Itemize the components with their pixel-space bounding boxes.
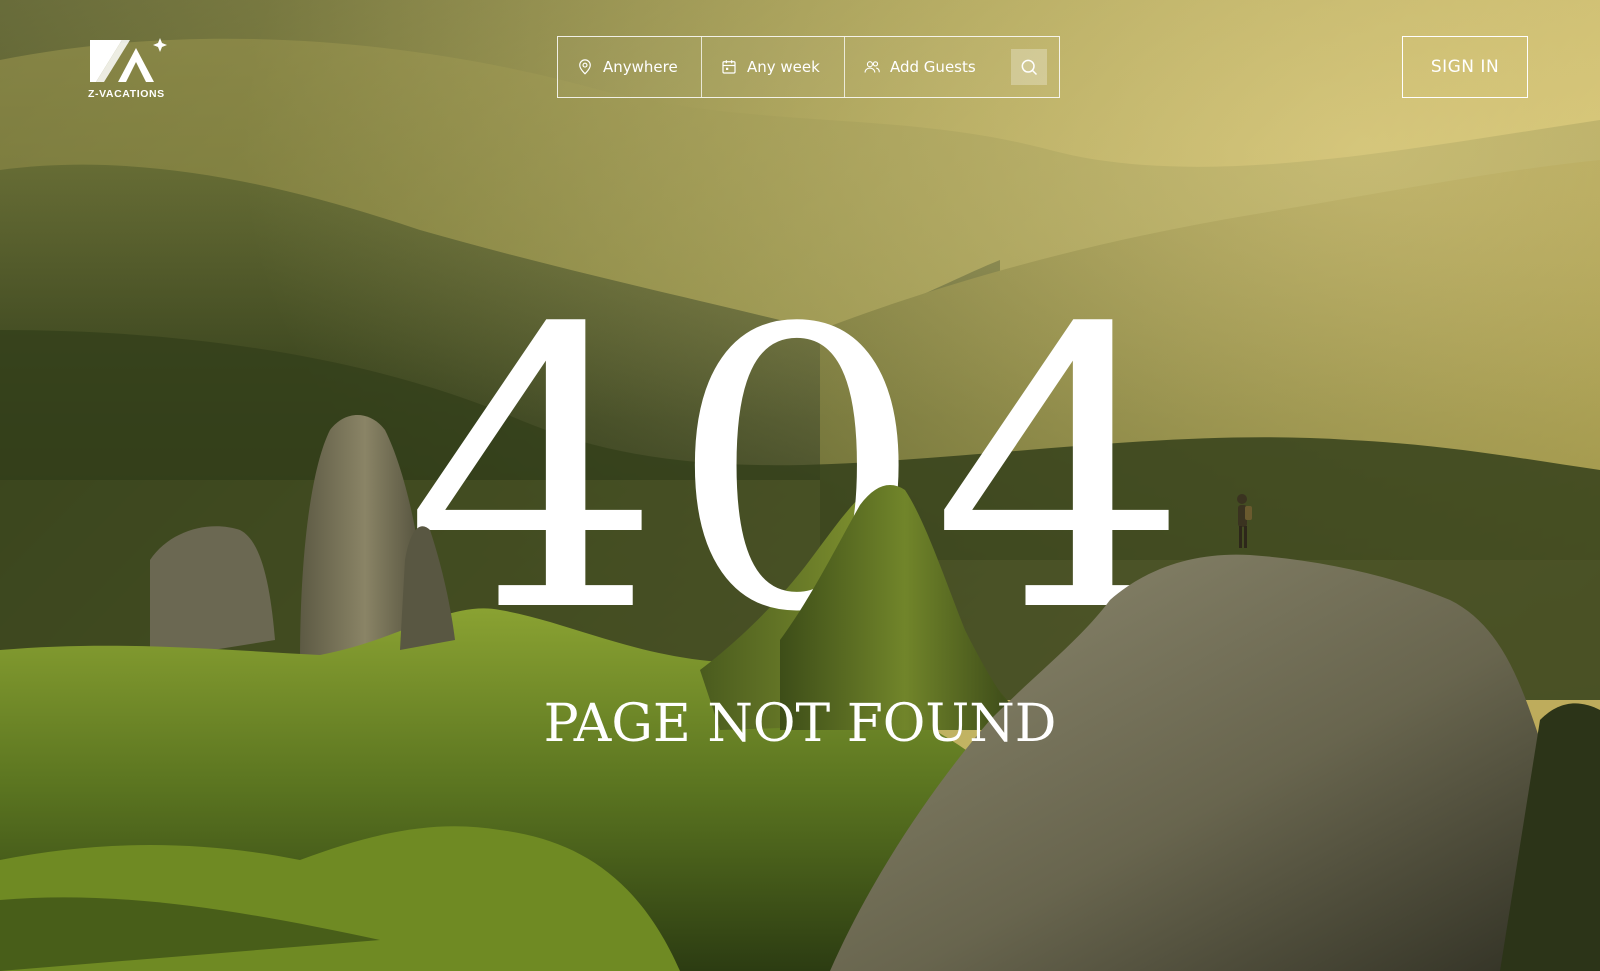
- brand-logo[interactable]: Z-VACATIONS: [88, 36, 178, 102]
- date-label: Any week: [747, 58, 820, 76]
- z-vacations-logo-icon: [90, 38, 167, 82]
- brand-name: Z-VACATIONS: [88, 88, 165, 100]
- not-found-page: 404 PAGE NOT FOUND Z-VACATIONS Anywhere …: [0, 0, 1600, 971]
- map-pin-icon: [576, 58, 594, 76]
- sign-in-button[interactable]: SIGN IN: [1402, 36, 1528, 98]
- guests-label: Add Guests: [890, 58, 976, 76]
- search-bar: Anywhere Any week Add Guests: [557, 36, 1060, 98]
- users-icon: [863, 58, 881, 76]
- search-button[interactable]: [1011, 49, 1047, 85]
- guests-selector[interactable]: Add Guests: [845, 37, 1059, 97]
- error-code-heading: 404: [404, 248, 1196, 696]
- calendar-icon: [720, 58, 738, 76]
- search-icon: [1021, 59, 1038, 76]
- error-message: PAGE NOT FOUND: [543, 694, 1057, 754]
- location-selector[interactable]: Anywhere: [558, 37, 702, 97]
- date-selector[interactable]: Any week: [702, 37, 845, 97]
- location-label: Anywhere: [603, 58, 678, 76]
